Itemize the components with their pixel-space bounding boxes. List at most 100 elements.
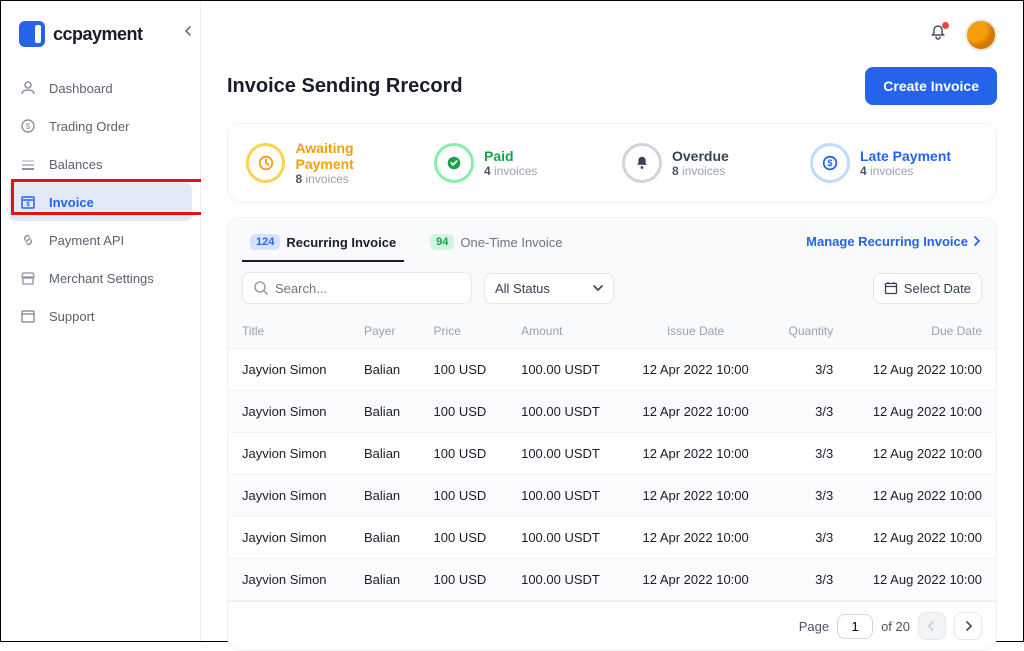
cell-price: 100 USD xyxy=(420,433,508,475)
user-avatar[interactable] xyxy=(965,19,997,51)
create-invoice-button[interactable]: Create Invoice xyxy=(865,67,997,105)
dollar-circle-icon: $ xyxy=(810,143,850,183)
search-input-wrap[interactable] xyxy=(242,272,472,304)
page-prev-button[interactable] xyxy=(918,612,946,640)
search-input[interactable] xyxy=(275,281,461,296)
invoice-table: Title Payer Price Amount Issue Date Quan… xyxy=(228,314,996,601)
chevron-left-icon xyxy=(927,621,937,631)
sidebar-item-invoice[interactable]: $ Invoice xyxy=(9,183,192,221)
notification-dot xyxy=(942,22,949,29)
table-row[interactable]: Jayvion SimonBalian100 USD100.00 USDT12 … xyxy=(228,391,996,433)
calendar-icon xyxy=(884,281,898,295)
status-awaiting[interactable]: Awaiting Payment 8 invoices xyxy=(236,136,424,190)
status-summary-row: Awaiting Payment 8 invoices Paid 4 invoi… xyxy=(227,123,997,203)
manage-recurring-link[interactable]: Manage Recurring Invoice xyxy=(806,234,982,257)
cell-due: 12 Aug 2022 10:00 xyxy=(847,559,996,601)
cell-issue: 12 Apr 2022 10:00 xyxy=(623,559,769,601)
status-filter-select[interactable]: All Status xyxy=(484,273,614,304)
sidebar-label: Trading Order xyxy=(49,119,129,134)
cell-issue: 12 Apr 2022 10:00 xyxy=(623,349,769,391)
sidebar-item-merchant-settings[interactable]: Merchant Settings xyxy=(1,259,200,297)
table-row[interactable]: Jayvion SimonBalian100 USD100.00 USDT12 … xyxy=(228,433,996,475)
table-row[interactable]: Jayvion SimonBalian100 USD100.00 USDT12 … xyxy=(228,349,996,391)
page-title: Invoice Sending Rrecord xyxy=(227,75,463,98)
cell-amount: 100.00 USDT xyxy=(507,433,623,475)
cell-title: Jayvion Simon xyxy=(228,559,350,601)
notifications-button[interactable] xyxy=(929,24,947,47)
cell-title: Jayvion Simon xyxy=(228,517,350,559)
cell-qty: 3/3 xyxy=(768,559,847,601)
calendar-dollar-icon: $ xyxy=(19,193,37,211)
tab-badge: 94 xyxy=(430,234,454,250)
sidebar-collapse-toggle[interactable] xyxy=(184,23,194,39)
cell-price: 100 USD xyxy=(420,559,508,601)
chevron-right-icon xyxy=(963,621,973,631)
table-row[interactable]: Jayvion SimonBalian100 USD100.00 USDT12 … xyxy=(228,475,996,517)
cell-price: 100 USD xyxy=(420,391,508,433)
cell-qty: 3/3 xyxy=(768,517,847,559)
svg-text:$: $ xyxy=(827,158,832,168)
main-content: Invoice Sending Rrecord Create Invoice A… xyxy=(201,1,1023,641)
cell-payer: Balian xyxy=(350,559,420,601)
col-title: Title xyxy=(228,314,350,349)
cell-title: Jayvion Simon xyxy=(228,349,350,391)
topbar xyxy=(911,19,997,51)
cell-price: 100 USD xyxy=(420,517,508,559)
page-next-button[interactable] xyxy=(954,612,982,640)
cell-amount: 100.00 USDT xyxy=(507,559,623,601)
status-sub: 8 invoices xyxy=(672,164,729,178)
status-overdue[interactable]: Overdue 8 invoices xyxy=(612,136,800,190)
select-date-button[interactable]: Select Date xyxy=(873,273,982,304)
svg-text:$: $ xyxy=(26,122,31,131)
cell-qty: 3/3 xyxy=(768,391,847,433)
cell-issue: 12 Apr 2022 10:00 xyxy=(623,391,769,433)
status-label: Paid xyxy=(484,148,537,164)
cell-payer: Balian xyxy=(350,475,420,517)
cell-amount: 100.00 USDT xyxy=(507,349,623,391)
page-input[interactable] xyxy=(837,614,873,639)
col-amount: Amount xyxy=(507,314,623,349)
status-sub: 8 invoices xyxy=(295,172,414,186)
brand-row: ccpayment xyxy=(1,9,200,69)
sidebar-label: Dashboard xyxy=(49,81,113,96)
tab-label: One-Time Invoice xyxy=(460,235,562,250)
store-icon xyxy=(19,269,37,287)
cell-amount: 100.00 USDT xyxy=(507,391,623,433)
cell-issue: 12 Apr 2022 10:00 xyxy=(623,517,769,559)
bell-solid-icon xyxy=(622,143,662,183)
link-icon xyxy=(19,231,37,249)
cell-qty: 3/3 xyxy=(768,349,847,391)
page-label: Page xyxy=(799,619,829,634)
cell-due: 12 Aug 2022 10:00 xyxy=(847,433,996,475)
col-issue: Issue Date xyxy=(623,314,769,349)
cell-payer: Balian xyxy=(350,391,420,433)
status-paid[interactable]: Paid 4 invoices xyxy=(424,136,612,190)
tab-recurring-invoice[interactable]: 124 Recurring Invoice xyxy=(242,228,404,262)
sidebar-item-dashboard[interactable]: Dashboard xyxy=(1,69,200,107)
page-of: of 20 xyxy=(881,619,910,634)
table-row[interactable]: Jayvion SimonBalian100 USD100.00 USDT12 … xyxy=(228,517,996,559)
cell-price: 100 USD xyxy=(420,349,508,391)
status-late[interactable]: $ Late Payment 4 invoices xyxy=(800,136,988,190)
tab-badge: 124 xyxy=(250,234,280,250)
sidebar-item-support[interactable]: Support xyxy=(1,297,200,335)
brand-name: ccpayment xyxy=(53,24,143,45)
user-icon xyxy=(19,79,37,97)
cell-title: Jayvion Simon xyxy=(228,391,350,433)
sidebar-label: Support xyxy=(49,309,95,324)
status-sub: 4 invoices xyxy=(860,164,951,178)
sidebar-item-balances[interactable]: Balances xyxy=(1,145,200,183)
chevron-left-icon xyxy=(184,26,194,36)
col-price: Price xyxy=(420,314,508,349)
tab-onetime-invoice[interactable]: 94 One-Time Invoice xyxy=(422,228,570,262)
table-row[interactable]: Jayvion SimonBalian100 USD100.00 USDT12 … xyxy=(228,559,996,601)
col-due: Due Date xyxy=(847,314,996,349)
cell-payer: Balian xyxy=(350,349,420,391)
sidebar-item-payment-api[interactable]: Payment API xyxy=(1,221,200,259)
sidebar-item-trading-order[interactable]: $ Trading Order xyxy=(1,107,200,145)
invoice-panel: 124 Recurring Invoice 94 One-Time Invoic… xyxy=(227,217,997,651)
cell-issue: 12 Apr 2022 10:00 xyxy=(623,475,769,517)
cell-amount: 100.00 USDT xyxy=(507,517,623,559)
cell-title: Jayvion Simon xyxy=(228,475,350,517)
clock-icon xyxy=(246,143,285,183)
